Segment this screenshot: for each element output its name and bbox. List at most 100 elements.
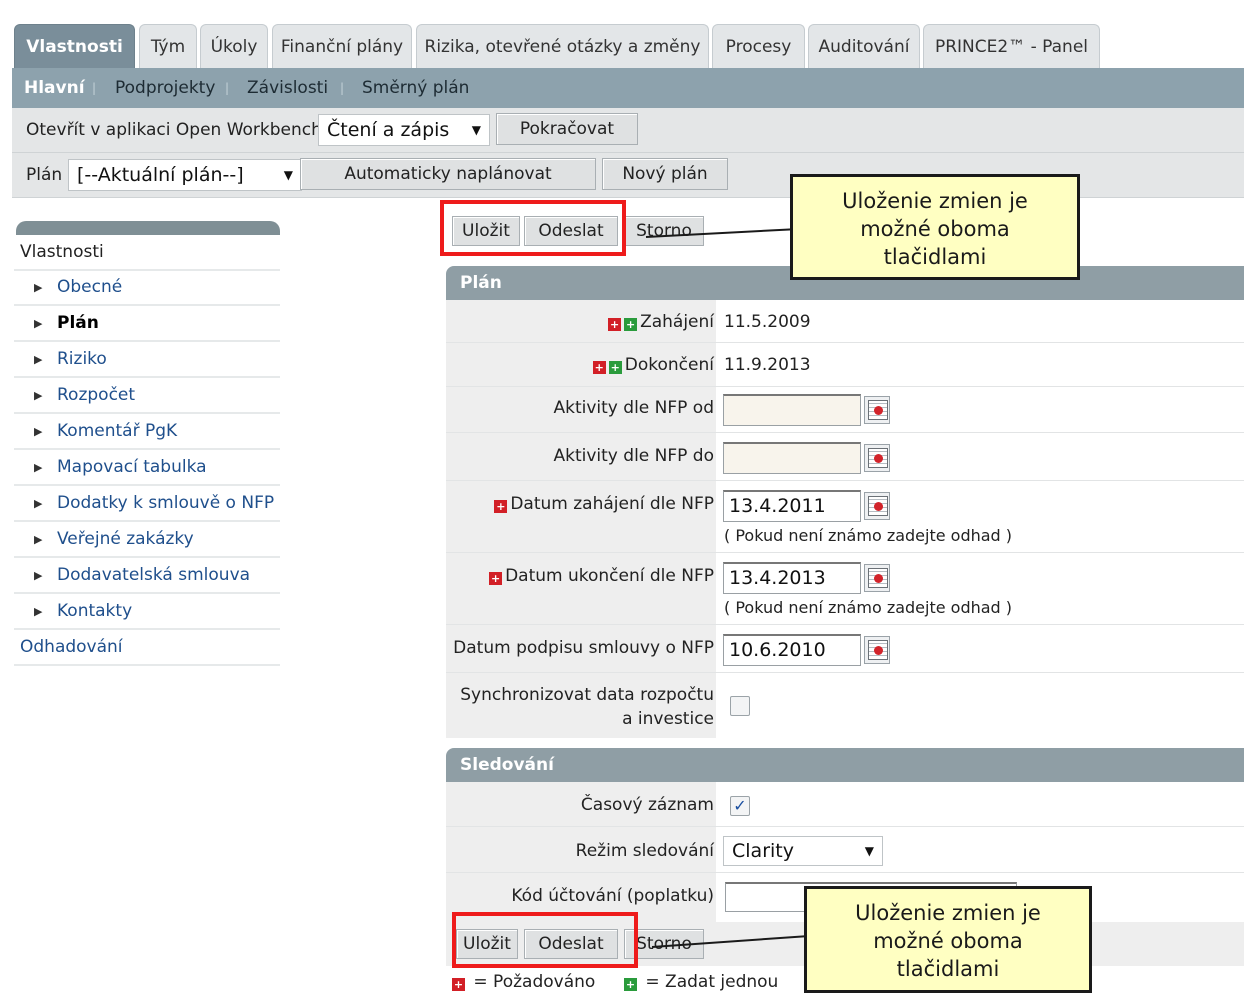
subnav-separator: | xyxy=(340,81,345,95)
tracking-mode-label: Režim sledování xyxy=(575,841,714,861)
start-label: + + Zahájení xyxy=(608,312,714,332)
triangle-right-icon: ▶ xyxy=(34,605,43,618)
calendar-icon[interactable] xyxy=(864,564,890,592)
sign-date-input[interactable]: 10.6.2010 xyxy=(723,634,861,666)
sidebar-item-label: Plán xyxy=(57,313,99,333)
callout-line: tlačidlami xyxy=(896,957,1000,981)
triangle-right-icon: ▶ xyxy=(34,497,43,510)
left-menu-header-label: Vlastnosti xyxy=(20,242,104,262)
activities-to-input[interactable] xyxy=(723,442,861,474)
tab-tym[interactable]: Tým xyxy=(139,24,197,68)
tracking-section-header: Sledování xyxy=(446,748,1244,782)
sidebar-item-verejne-zakazky[interactable]: ▶ Veřejné zakázky xyxy=(14,523,280,558)
sidebar-item-odhadovani[interactable]: Odhadování xyxy=(14,631,280,666)
sidebar-item-label: Veřejné zakázky xyxy=(57,529,194,549)
sidebar-item-riziko[interactable]: ▶ Riziko xyxy=(14,343,280,378)
subnav-podprojekty[interactable]: Podprojekty xyxy=(115,68,215,108)
left-menu-header: Vlastnosti xyxy=(14,236,280,271)
legend-enter-once: + = Zadat jednou xyxy=(624,972,778,992)
plan-select-value: [--Aktuální plán--] xyxy=(77,164,244,186)
calendar-icon[interactable] xyxy=(864,492,890,520)
continue-button[interactable]: Pokračovat xyxy=(496,113,638,145)
subnav-separator: | xyxy=(225,81,230,95)
callout-line: Uloženie zmien je xyxy=(855,901,1041,925)
sidebar-item-rozpocet[interactable]: ▶ Rozpočet xyxy=(14,379,280,414)
triangle-right-icon: ▶ xyxy=(34,533,43,546)
tracking-mode-select[interactable]: Clarity ▼ xyxy=(723,836,883,866)
sidebar-item-kontakty[interactable]: ▶ Kontakty xyxy=(14,595,280,630)
access-mode-select[interactable]: Čtení a zápis ▼ xyxy=(318,114,490,146)
calendar-icon[interactable] xyxy=(864,444,890,472)
triangle-right-icon: ▶ xyxy=(34,389,43,402)
sidebar-item-obecne[interactable]: ▶ Obecné xyxy=(14,271,280,306)
activities-from-input[interactable] xyxy=(723,394,861,426)
sync-checkbox[interactable] xyxy=(730,696,750,716)
calendar-icon[interactable] xyxy=(864,396,890,424)
subnav-separator: | xyxy=(92,81,97,95)
sidebar-item-label: Dodatky k smlouvě o NFP xyxy=(57,493,275,513)
sidebar-item-label: Komentář PgK xyxy=(57,421,178,441)
sidebar-item-label: Odhadování xyxy=(20,637,123,657)
plan-select[interactable]: [--Aktuální plán--] ▼ xyxy=(68,159,302,191)
required-icon: + xyxy=(494,500,508,513)
callout-line: Uloženie zmien je xyxy=(842,189,1028,213)
end-value: 11.9.2013 xyxy=(724,355,811,375)
chevron-down-icon: ▼ xyxy=(864,844,874,858)
charge-code-label: Kód účtování (poplatku) xyxy=(511,886,714,906)
row-divider xyxy=(446,432,1244,433)
estimate-hint: ( Pokud není známo zadejte odhad ) xyxy=(724,526,1013,545)
auto-schedule-button[interactable]: Automaticky naplánovat xyxy=(300,158,596,190)
highlight-box xyxy=(440,200,626,256)
chevron-down-icon: ▼ xyxy=(283,168,293,182)
triangle-right-icon: ▶ xyxy=(34,569,43,582)
open-workbench-toolbar: Otevřít v aplikaci Open Workbench Čtení … xyxy=(12,108,1244,153)
nfp-end-label-text: Datum ukončení dle NFP xyxy=(505,566,714,586)
start-label-text: Zahájení xyxy=(640,312,714,332)
tab-financni-plany[interactable]: Finanční plány xyxy=(272,24,412,68)
triangle-right-icon: ▶ xyxy=(34,317,43,330)
sign-date-label: Datum podpisu smlouvy o NFP xyxy=(453,638,714,658)
sidebar-item-plan[interactable]: ▶ Plán xyxy=(14,307,280,342)
calendar-icon[interactable] xyxy=(864,636,890,664)
end-label: + + Dokončení xyxy=(592,355,714,375)
row-divider xyxy=(446,672,1244,673)
left-menu-cap xyxy=(16,221,280,235)
sidebar-item-label: Obecné xyxy=(57,277,123,297)
sidebar-item-label: Mapovací tabulka xyxy=(57,457,207,477)
tab-procesy[interactable]: Procesy xyxy=(712,24,805,68)
tab-prince2-panel[interactable]: PRINCE2™ - Panel xyxy=(923,24,1100,68)
tab-rizika[interactable]: Rizika, otevřené otázky a změny xyxy=(416,24,709,68)
enter-once-icon: + xyxy=(624,318,638,331)
legend-required: + = Požadováno xyxy=(452,972,595,992)
subnav-smerny-plan[interactable]: Směrný plán xyxy=(362,68,469,108)
sidebar-item-komentar[interactable]: ▶ Komentář PgK xyxy=(14,415,280,450)
open-workbench-label: Otevřít v aplikaci Open Workbench xyxy=(26,120,322,140)
tab-ukoly[interactable]: Úkoly xyxy=(200,24,268,68)
callout-top: Uloženie zmien je možné oboma tlačidlami xyxy=(790,174,1080,280)
sidebar-item-mapovaci-tabulka[interactable]: ▶ Mapovací tabulka xyxy=(14,451,280,486)
sidebar-item-label: Rozpočet xyxy=(57,385,136,405)
cancel-button-top[interactable]: Storno xyxy=(624,216,704,246)
tab-auditovani[interactable]: Auditování xyxy=(808,24,920,68)
time-entry-checkbox[interactable]: ✓ xyxy=(730,796,750,816)
triangle-right-icon: ▶ xyxy=(34,425,43,438)
row-divider xyxy=(446,480,1244,481)
tab-vlastnosti[interactable]: Vlastnosti xyxy=(14,24,135,68)
sidebar-item-label: Riziko xyxy=(57,349,107,369)
row-divider xyxy=(446,552,1244,553)
callout-bottom: Uloženie zmien je možné oboma tlačidlami xyxy=(804,886,1092,993)
new-plan-button[interactable]: Nový plán xyxy=(602,158,728,190)
legend-enter-once-text: = Zadat jednou xyxy=(645,972,779,992)
row-divider xyxy=(446,386,1244,387)
sidebar-item-dodavatelska-smlouva[interactable]: ▶ Dodavatelská smlouva xyxy=(14,559,280,594)
required-icon: + xyxy=(452,978,465,991)
sidebar-item-dodatky[interactable]: ▶ Dodatky k smlouvě o NFP xyxy=(14,487,280,522)
nfp-start-input[interactable]: 13.4.2011 xyxy=(723,490,861,522)
legend-required-text: = Požadováno xyxy=(473,972,596,992)
subnav-zavislosti[interactable]: Závislosti xyxy=(247,68,328,108)
enter-once-icon: + xyxy=(608,361,622,374)
subnav-hlavni[interactable]: Hlavní xyxy=(24,68,85,108)
chevron-down-icon: ▼ xyxy=(471,123,481,137)
start-value: 11.5.2009 xyxy=(724,312,811,332)
nfp-end-input[interactable]: 13.4.2013 xyxy=(723,562,861,594)
